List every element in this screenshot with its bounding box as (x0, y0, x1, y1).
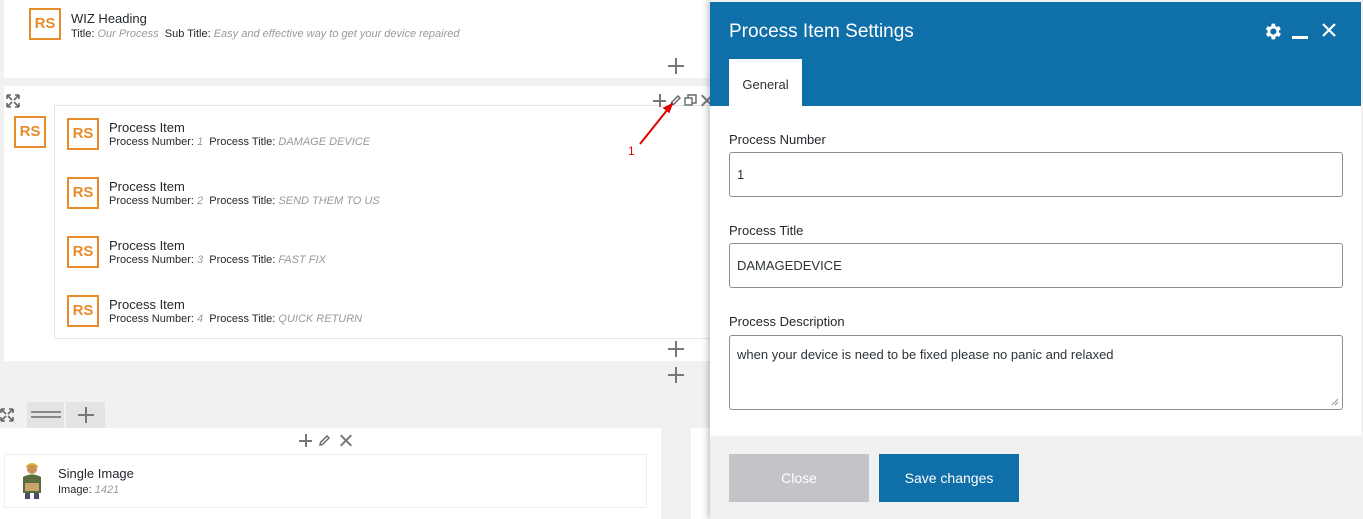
modal-title: Process Item Settings (729, 21, 914, 42)
wiz-heading-meta: Title: Our Process Sub Title: Easy and e… (71, 28, 460, 40)
row-toolbar (0, 402, 105, 428)
process-title-field[interactable]: DAMAGEDEVICE (729, 243, 1343, 288)
process-number-label: Process Number (729, 132, 826, 147)
minimize-icon[interactable] (1292, 36, 1308, 39)
process-description-label: Process Description (729, 314, 845, 329)
add-row-icon[interactable] (668, 367, 684, 383)
modal-header: Process Item Settings General (710, 2, 1361, 106)
process-item-badge: RS (67, 118, 99, 150)
process-title-label: Process Title (729, 223, 804, 238)
process-container-badge: RS (14, 116, 46, 148)
add-element-icon[interactable] (668, 341, 684, 357)
process-item-meta: Process Number: 1 Process Title: DAMAGE … (109, 136, 371, 148)
columns-icon (31, 411, 61, 418)
duplicate-icon[interactable] (684, 94, 697, 107)
second-column (691, 428, 710, 519)
process-description-field[interactable]: when your device is need to be fixed ple… (729, 335, 1343, 410)
wiz-heading-row: RS WIZ Heading Title: Our Process Sub Ti… (4, 0, 710, 78)
process-item-badge: RS (67, 177, 99, 209)
process-number-field[interactable]: 1 (729, 152, 1343, 197)
close-button[interactable]: Close (729, 454, 869, 502)
worker-thumbnail-icon (23, 463, 41, 499)
process-item-title[interactable]: Process Item (109, 120, 185, 135)
process-items-container: RS Process Item Process Number: 1 Proces… (54, 105, 714, 339)
annotation-number: 1 (628, 144, 635, 158)
image-column: Single Image Image: 1421 (0, 428, 661, 519)
process-item-meta: Process Number: 3 Process Title: FAST FI… (109, 254, 326, 266)
process-item-meta: Process Number: 2 Process Title: SEND TH… (109, 195, 380, 207)
single-image-meta: Image: 1421 (58, 484, 120, 496)
close-icon[interactable] (1321, 22, 1337, 38)
process-item-settings-modal: Process Item Settings General Process Nu… (710, 0, 1363, 519)
annotation-arrow (639, 102, 674, 145)
expand-icon[interactable] (6, 94, 20, 108)
process-row: RS RS Process Item Process Number: 1 Pro… (4, 86, 714, 361)
add-column-button[interactable] (66, 402, 105, 428)
modal-body: Process Number 1 Process Title DAMAGEDEV… (710, 106, 1361, 436)
process-item-meta: Process Number: 4 Process Title: QUICK R… (109, 313, 363, 325)
wiz-heading-badge: RS (29, 8, 61, 40)
process-item-title[interactable]: Process Item (109, 179, 185, 194)
process-item-badge: RS (67, 236, 99, 268)
add-item-icon[interactable] (299, 434, 312, 447)
process-item-badge: RS (67, 295, 99, 327)
edit-pencil-icon[interactable] (318, 434, 331, 447)
save-changes-button[interactable]: Save changes (879, 454, 1019, 502)
expand-icon[interactable] (0, 408, 14, 422)
single-image-title: Single Image (58, 466, 134, 481)
resize-handle-icon[interactable] (1330, 397, 1339, 406)
columns-layout-button[interactable] (27, 402, 64, 428)
gear-icon[interactable] (1262, 21, 1283, 42)
single-image-element[interactable]: Single Image Image: 1421 (4, 454, 647, 508)
tab-general[interactable]: General (729, 59, 802, 106)
wiz-heading-title[interactable]: WIZ Heading (71, 11, 147, 26)
process-item-title[interactable]: Process Item (109, 297, 185, 312)
add-element-icon[interactable] (668, 58, 684, 74)
delete-icon[interactable] (339, 434, 352, 447)
process-item-title[interactable]: Process Item (109, 238, 185, 253)
add-icon (78, 407, 94, 423)
